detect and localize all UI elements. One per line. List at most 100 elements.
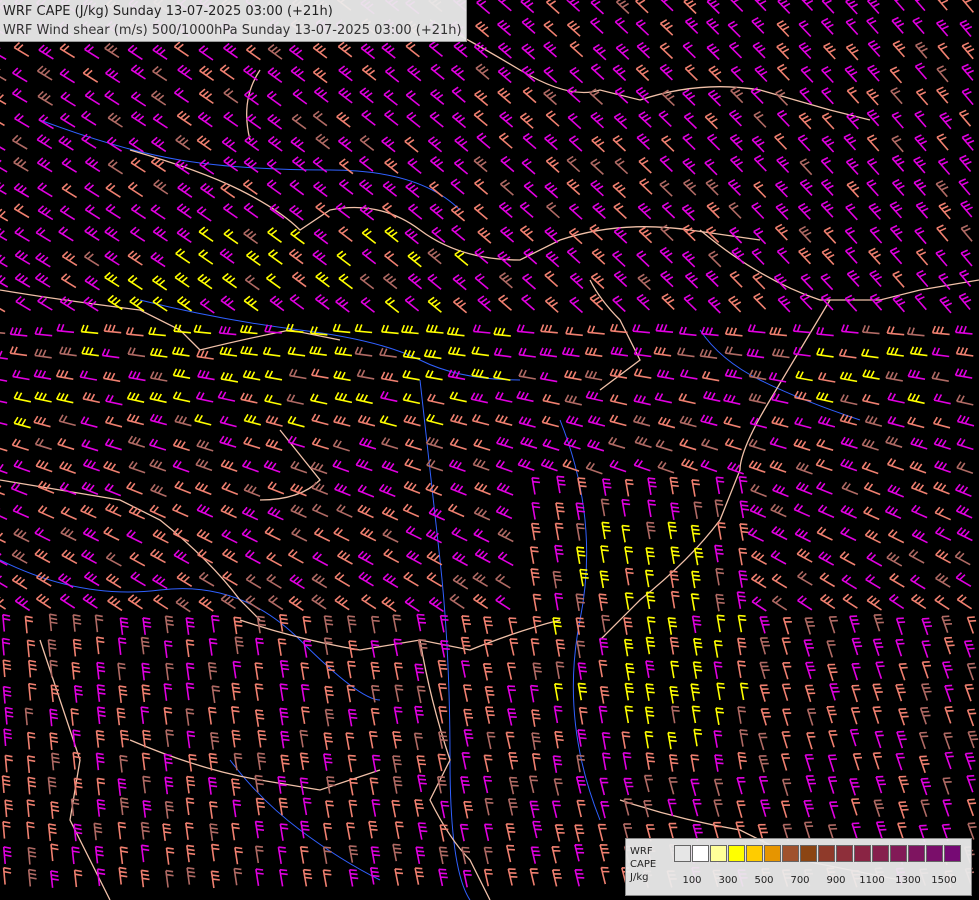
wind-barb bbox=[529, 684, 539, 703]
wind-barb bbox=[289, 204, 304, 221]
wind-barb bbox=[246, 250, 261, 267]
wind-barb bbox=[267, 135, 283, 152]
wind-barb bbox=[599, 570, 610, 589]
wind-barb bbox=[659, 63, 673, 81]
wind-barb bbox=[463, 800, 474, 819]
wind-barb bbox=[311, 481, 329, 495]
wind-barb bbox=[452, 551, 468, 567]
wind-barb bbox=[943, 636, 955, 655]
wind-barb bbox=[208, 638, 218, 656]
wind-barb bbox=[821, 248, 835, 266]
wind-barb bbox=[612, 181, 627, 199]
wind-barb bbox=[736, 591, 747, 609]
legend-labels: WRF CAPE J/kg bbox=[630, 845, 656, 884]
wind-barb bbox=[872, 683, 883, 701]
wind-barb bbox=[522, 86, 537, 104]
wind-barb bbox=[793, 438, 811, 451]
wind-barb bbox=[47, 639, 57, 657]
wind-barb bbox=[438, 731, 448, 749]
wind-barb bbox=[452, 297, 468, 314]
legend-tick: 100 bbox=[682, 875, 702, 886]
wind-barb bbox=[932, 416, 951, 429]
wind-barb bbox=[265, 438, 283, 451]
wind-barb bbox=[887, 529, 905, 544]
wind-barb bbox=[644, 706, 655, 725]
wind-barb bbox=[0, 159, 8, 173]
wind-barb bbox=[797, 202, 811, 220]
wind-barb bbox=[84, 225, 100, 241]
legend-swatch bbox=[854, 845, 871, 862]
wind-barb bbox=[217, 390, 236, 402]
wind-barb bbox=[361, 109, 376, 126]
wind-barb bbox=[197, 369, 215, 381]
wind-barb bbox=[254, 820, 265, 839]
wind-barb bbox=[911, 529, 928, 544]
wind-barbs-layer bbox=[0, 0, 979, 889]
wind-barb bbox=[799, 158, 813, 176]
wind-barb bbox=[354, 346, 373, 357]
wind-barb bbox=[129, 226, 146, 242]
legend-swatch bbox=[746, 845, 763, 862]
wind-barb bbox=[590, 17, 604, 34]
wind-barb bbox=[736, 777, 746, 795]
wind-barb bbox=[556, 475, 566, 494]
wind-barb bbox=[818, 551, 835, 566]
wind-barb bbox=[152, 226, 168, 242]
wind-barb bbox=[865, 574, 881, 589]
wind-barb bbox=[587, 325, 605, 335]
wind-barb bbox=[782, 708, 792, 726]
legend-swatch bbox=[944, 845, 961, 862]
wind-barb bbox=[577, 729, 587, 747]
wind-barb bbox=[223, 111, 239, 128]
wind-barb bbox=[872, 638, 884, 657]
wind-barb bbox=[780, 800, 791, 818]
wind-barb bbox=[746, 348, 765, 359]
wind-barb bbox=[821, 112, 835, 130]
wind-barb bbox=[506, 662, 516, 680]
wind-barb bbox=[841, 574, 858, 590]
wind-barb bbox=[730, 155, 744, 173]
wind-barb bbox=[591, 135, 605, 153]
wind-barb bbox=[958, 269, 972, 287]
wind-barb bbox=[751, 202, 765, 220]
wind-barb bbox=[34, 437, 52, 451]
wind-barb bbox=[819, 593, 836, 610]
wind-barb bbox=[254, 845, 264, 864]
legend-swatch bbox=[890, 845, 907, 862]
wind-barb bbox=[324, 708, 335, 727]
wind-barb bbox=[819, 572, 836, 588]
wind-barb bbox=[103, 324, 122, 334]
wind-barb bbox=[239, 324, 258, 335]
wind-barb bbox=[486, 731, 496, 750]
wind-barb bbox=[519, 225, 534, 242]
wind-barb bbox=[553, 778, 563, 796]
wind-barb bbox=[820, 178, 834, 196]
wind-barb bbox=[279, 868, 288, 887]
wind-barb bbox=[484, 706, 495, 724]
wind-barb bbox=[739, 682, 749, 701]
wind-barb bbox=[82, 458, 100, 472]
wind-barb bbox=[35, 227, 52, 243]
wind-barb bbox=[602, 478, 612, 496]
wind-barb bbox=[849, 778, 860, 796]
wind-barb bbox=[934, 506, 952, 521]
wind-barb bbox=[820, 273, 834, 291]
wind-barb bbox=[914, 0, 926, 12]
wind-barb bbox=[0, 47, 7, 60]
wind-barb bbox=[509, 638, 519, 656]
wind-barb bbox=[852, 753, 863, 771]
wind-barb bbox=[635, 64, 650, 82]
wind-barb bbox=[646, 521, 656, 540]
wind-barb bbox=[935, 249, 948, 267]
wind-barb bbox=[381, 460, 399, 474]
wind-barb bbox=[359, 87, 374, 104]
wind-barb bbox=[105, 67, 121, 84]
wind-barb bbox=[680, 458, 698, 471]
wind-barb bbox=[475, 21, 490, 38]
wind-barb bbox=[803, 821, 814, 839]
wind-barb bbox=[425, 436, 444, 449]
wind-barb bbox=[753, 181, 767, 198]
wind-barb bbox=[915, 248, 929, 266]
wind-barb bbox=[448, 459, 466, 473]
wind-barb bbox=[277, 846, 287, 865]
